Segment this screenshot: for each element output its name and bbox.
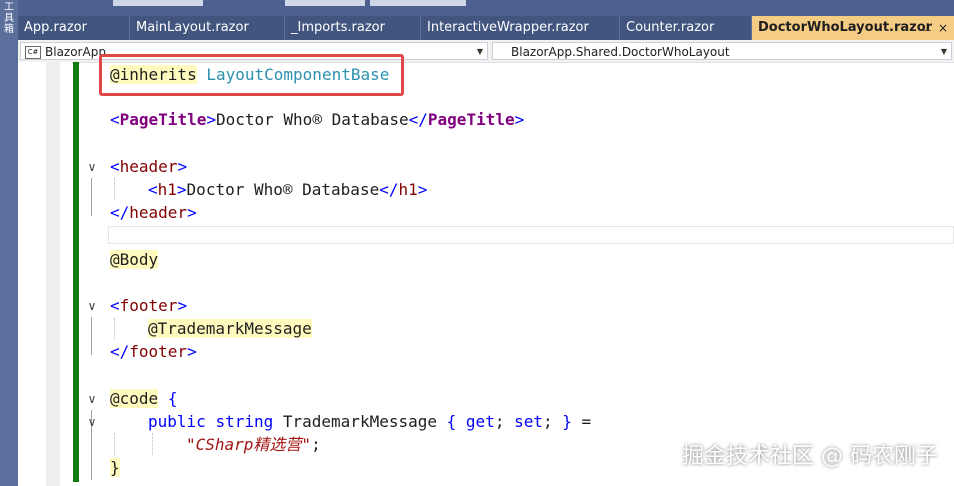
header-close-tag: header: [129, 203, 188, 222]
angle-open: <: [110, 157, 120, 176]
angle-close: >: [187, 342, 197, 361]
indent-guide: [114, 178, 115, 200]
fold-guide: [91, 178, 92, 216]
tab-label: _Imports.razor: [291, 20, 385, 35]
ghost-tab: [370, 0, 466, 6]
collapse-icon[interactable]: ∨: [85, 411, 99, 433]
ghost-tab: [285, 0, 365, 6]
header-tag: header: [119, 157, 178, 176]
member-dropdown[interactable]: BlazorApp.Shared.DoctorWhoLayout ▼: [492, 42, 952, 60]
tab-mainlayout-razor[interactable]: MainLayout.razor: [130, 16, 285, 40]
angle-close: >: [187, 203, 197, 222]
member-dropdown-value: BlazorApp.Shared.DoctorWhoLayout: [511, 45, 730, 59]
public-keyword: public: [148, 412, 206, 431]
tab-counter-razor[interactable]: Counter.razor: [620, 16, 752, 40]
angle-close: >: [177, 296, 188, 315]
chevron-down-icon: ▼: [940, 47, 947, 56]
title-strip: [18, 0, 954, 14]
code-directive: @code: [110, 389, 159, 408]
collapse-icon[interactable]: ∨: [85, 156, 99, 178]
project-dropdown-value: BlazorApp: [45, 45, 106, 59]
toolbox-label: 工具箱: [4, 2, 14, 35]
tab-label: Counter.razor: [626, 20, 715, 35]
code-line-17: "CSharp精选营";: [186, 435, 321, 454]
angle-open-slash: </: [379, 180, 399, 199]
angle-close: >: [417, 180, 428, 199]
code-line-6: <h1>Doctor Who® Database</h1>: [148, 179, 427, 201]
pagetitle-text: Doctor Who® Database: [215, 110, 409, 129]
pagetitle-close-tag: PageTitle: [427, 110, 515, 129]
code-line-18: }: [110, 457, 120, 479]
property-name: TrademarkMessage: [282, 412, 437, 431]
h1-close-tag: h1: [398, 180, 418, 199]
code-line-9: @Body: [110, 249, 159, 271]
angle-open-slash: </: [110, 342, 130, 361]
code-line-7: </header>: [110, 202, 197, 224]
angle-open-slash: </: [408, 110, 428, 129]
annotation-highlight-box: [99, 54, 404, 96]
close-brace: }: [562, 412, 572, 431]
tab-imports-razor[interactable]: _Imports.razor: [285, 16, 421, 40]
indent-guide: [114, 433, 115, 455]
angle-close: >: [177, 157, 188, 176]
change-tracking-bar: [73, 62, 79, 482]
indent-guide: [114, 318, 115, 340]
trademark-expression: @TrademarkMessage: [148, 319, 312, 338]
set-keyword: set: [514, 412, 543, 431]
fold-guide: [91, 317, 92, 355]
tab-interactivewrapper-razor[interactable]: InteractiveWrapper.razor: [421, 16, 620, 40]
current-line-highlight: [108, 226, 954, 244]
csharp-project-icon: C#: [25, 46, 41, 59]
pagetitle-tag: PageTitle: [119, 110, 207, 129]
watermark: 掘金技术社区 @ 码农刚子: [682, 444, 938, 469]
footer-tag: footer: [119, 296, 178, 315]
code-line-3: <PageTitle>Doctor Who® Database</PageTit…: [110, 109, 524, 131]
tab-label: DoctorWhoLayout.razor: [758, 20, 933, 35]
indent-guide: [152, 433, 153, 455]
toolbox-rail[interactable]: 工具箱: [0, 0, 18, 486]
angle-close: >: [176, 180, 187, 199]
angle-open-slash: </: [110, 203, 130, 222]
tab-label: MainLayout.razor: [136, 20, 249, 35]
code-line-12: @TrademarkMessage: [148, 318, 312, 340]
code-line-16: public string TrademarkMessage { get; se…: [148, 412, 592, 431]
collapse-icon[interactable]: ∨: [85, 388, 99, 410]
tab-doctorwholayout-razor[interactable]: DoctorWhoLayout.razor ⊥ ×: [752, 16, 954, 40]
angle-close: >: [206, 110, 216, 129]
angle-open: <: [148, 180, 158, 199]
chevron-down-icon: ▼: [476, 47, 483, 56]
code-line-5: <header>: [110, 156, 187, 178]
tab-label: App.razor: [24, 20, 87, 35]
editor-gutter: [18, 62, 72, 486]
get-keyword: get: [465, 412, 495, 431]
open-brace: {: [167, 389, 178, 408]
body-directive: @Body: [110, 250, 159, 269]
code-line-11: <footer>: [110, 295, 187, 317]
indicator-margin: [46, 62, 60, 486]
string-literal: "CSharp精选营": [186, 435, 312, 454]
angle-open: <: [110, 296, 120, 315]
footer-close-tag: footer: [129, 342, 188, 361]
tab-app-razor[interactable]: App.razor: [18, 16, 130, 40]
code-editor[interactable]: @inherits LayoutComponentBase <PageTitle…: [80, 62, 954, 486]
h1-text: Doctor Who® Database: [186, 180, 380, 199]
angle-close: >: [514, 110, 525, 129]
angle-open: <: [110, 110, 120, 129]
close-icon[interactable]: ×: [938, 16, 948, 40]
pin-icon[interactable]: ⊥: [922, 16, 932, 40]
ghost-tab: [113, 0, 203, 6]
h1-tag: h1: [157, 180, 177, 199]
tab-label: InteractiveWrapper.razor: [427, 20, 589, 35]
code-line-15: @code {: [110, 388, 177, 410]
close-brace: }: [110, 458, 120, 477]
code-line-13: </footer>: [110, 341, 197, 363]
collapse-icon[interactable]: ∨: [85, 295, 99, 317]
string-keyword: string: [215, 412, 274, 431]
open-brace: {: [446, 412, 457, 431]
